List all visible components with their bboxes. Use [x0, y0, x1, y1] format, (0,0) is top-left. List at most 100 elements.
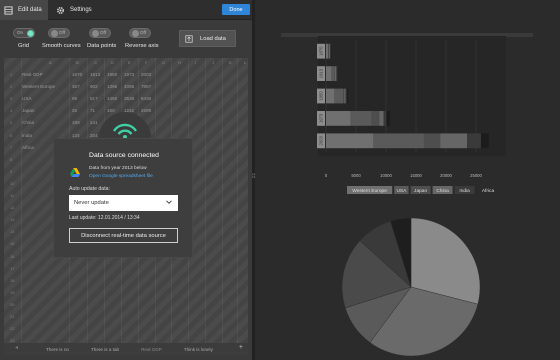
column-header[interactable]: A [49, 60, 52, 65]
bar-segment [345, 88, 347, 104]
table-cell[interactable]: 241 [90, 120, 98, 125]
reverse-axis-toggle[interactable]: Off [129, 28, 151, 38]
table-cell[interactable]: Africa [22, 145, 34, 150]
row-number[interactable]: 10 [10, 181, 14, 186]
row-number[interactable]: 14 [10, 229, 14, 234]
table-cell[interactable]: 98 [72, 96, 77, 101]
column-header[interactable]: K [229, 60, 232, 65]
table-cell[interactable]: 1870 [72, 72, 82, 77]
grid-toggle[interactable]: On [13, 28, 35, 38]
table-cell[interactable]: 189 [72, 120, 80, 125]
table-cell[interactable]: 367 [72, 84, 80, 89]
column-header[interactable]: L [244, 60, 246, 65]
table-cell[interactable]: 134 [72, 133, 80, 138]
row-number[interactable]: 4 [10, 108, 12, 113]
row-number[interactable]: 9 [10, 169, 12, 174]
table-cell[interactable]: 902 [90, 84, 98, 89]
table-cell[interactable]: 1913 [90, 72, 100, 77]
add-sheet-icon[interactable]: + [239, 344, 243, 351]
table-cell[interactable]: 1396 [107, 84, 117, 89]
table-cell[interactable]: USA [22, 96, 31, 101]
column-header[interactable]: G [162, 60, 165, 65]
table-cell[interactable]: Japan [22, 108, 35, 113]
row-number[interactable]: 15 [10, 241, 14, 246]
toggle-knob [51, 30, 58, 37]
row-number[interactable]: 6 [10, 133, 12, 138]
sheet-tab[interactable]: Think is lonely [184, 347, 213, 352]
table-cell[interactable]: India [22, 133, 32, 138]
table-cell[interactable]: 1455 [107, 96, 117, 101]
legend-item: Africa [482, 188, 495, 194]
table-cell[interactable]: 3536 [124, 96, 134, 101]
table-cell[interactable]: 1950 [107, 72, 117, 77]
row-number[interactable]: 3 [10, 96, 12, 101]
column-header[interactable]: D [111, 60, 114, 65]
load-data-label: Load data [200, 35, 226, 42]
column-header[interactable]: I [195, 60, 196, 65]
y-tick-label: 1870 [319, 46, 324, 56]
table-cell[interactable]: China [22, 120, 34, 125]
row-number[interactable]: 16 [10, 254, 14, 259]
disconnect-button[interactable]: Disconnect real-time data source [69, 228, 178, 243]
table-cell[interactable]: 204 [90, 133, 98, 138]
row-number[interactable]: 21 [10, 314, 14, 319]
tab-edit-data[interactable]: Edit data [0, 0, 48, 20]
smooth-curves-toggle[interactable]: Off [48, 28, 70, 38]
bar-segment [350, 111, 372, 126]
legend-item: Japan [414, 188, 427, 194]
open-spreadsheet-link[interactable]: Open Google spreadsheet file [89, 174, 153, 179]
column-header[interactable]: E [128, 60, 131, 65]
legend-item: Western Europe [352, 188, 387, 194]
row-number[interactable]: 12 [10, 205, 14, 210]
table-cell[interactable]: 25 [72, 108, 77, 113]
row-number[interactable]: 17 [10, 266, 14, 271]
table-cell[interactable]: Western Europe [22, 84, 55, 89]
sheet-tab[interactable]: There is no [46, 347, 69, 352]
column-header[interactable]: C [94, 60, 97, 65]
table-cell[interactable]: Real GDP [22, 72, 43, 77]
row-number[interactable]: 18 [10, 278, 14, 283]
data-points-toggle-state: Off [100, 30, 106, 35]
table-cell[interactable]: 8430 [141, 96, 151, 101]
table-cell[interactable]: 71 [90, 108, 95, 113]
bar-segment [326, 133, 374, 149]
load-data-button[interactable]: Load data [179, 30, 236, 47]
row-number[interactable]: 13 [10, 217, 14, 222]
tab-settings[interactable]: Settings [52, 0, 102, 20]
column-header[interactable]: J [212, 60, 214, 65]
reverse-toggle-state: Off [140, 30, 146, 35]
row-number[interactable]: 2 [10, 84, 12, 89]
row-number[interactable]: 7 [10, 145, 12, 150]
done-button[interactable]: Done [222, 4, 250, 15]
column-header[interactable]: H [178, 60, 181, 65]
row-number[interactable]: 19 [10, 290, 14, 295]
row-number[interactable]: 11 [10, 193, 14, 198]
bar-segment [326, 43, 329, 59]
table-cell[interactable]: 1973 [124, 72, 134, 77]
tab-settings-label: Settings [70, 7, 92, 13]
table-cell[interactable]: 4096 [124, 84, 134, 89]
scroll-left-icon[interactable]: ◂ [15, 344, 18, 351]
auto-update-select[interactable]: Never update [69, 195, 178, 211]
column-header[interactable]: F [145, 60, 147, 65]
column-header[interactable]: B [76, 60, 79, 65]
last-update-text: Last update: 12.01.2014 / 13:34 [69, 215, 140, 221]
table-cell[interactable]: 517 [90, 96, 98, 101]
row-number[interactable]: 20 [10, 302, 14, 307]
data-points-toggle[interactable]: Off [89, 28, 111, 38]
table-cell[interactable]: 2003 [141, 72, 151, 77]
upload-icon [185, 34, 193, 43]
chart-area: 0 5000 10000 15000 20000 25000 1870 1913 1950 197… [281, 33, 533, 357]
row-number[interactable]: 8 [10, 157, 12, 162]
row-number[interactable]: 1 [10, 72, 12, 77]
legend-item: USA [396, 188, 407, 194]
table-cell[interactable]: 2699 [141, 108, 151, 113]
grid-label: Grid [18, 43, 29, 49]
row-number[interactable]: 5 [10, 120, 12, 125]
sheet-tab-active[interactable]: Real GDP [141, 347, 162, 352]
sheet-tab[interactable]: There is a tab [91, 347, 119, 352]
row-number[interactable]: 22 [10, 326, 14, 331]
table-cell[interactable]: 160 [107, 108, 115, 113]
bar-segment [373, 133, 424, 149]
table-cell[interactable]: 7857 [141, 84, 151, 89]
